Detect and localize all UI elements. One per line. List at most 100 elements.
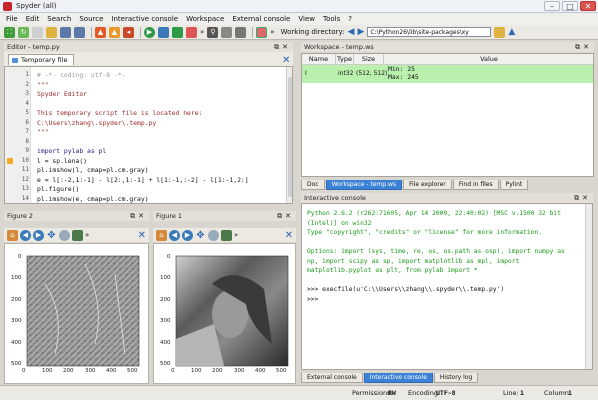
x-tick: 500	[276, 368, 287, 374]
column-header-type[interactable]: Type	[336, 54, 354, 65]
warning-icon[interactable]	[7, 157, 13, 164]
back-icon[interactable]: ◀	[169, 229, 180, 241]
console-bottom-tabs: External console Interactive console His…	[301, 373, 479, 383]
menu-workspace[interactable]: Workspace	[186, 15, 224, 23]
column-header-name[interactable]: Name	[302, 54, 336, 65]
line-number: 11	[21, 166, 29, 173]
comment-icon[interactable]: ▲	[95, 26, 106, 38]
find-next-icon[interactable]	[221, 26, 233, 38]
workspace-table[interactable]: Name Type Size Value l int32 (512, 512) …	[301, 53, 594, 177]
tab-pylint[interactable]: Pylint	[499, 180, 529, 190]
maximize-button[interactable]: □	[562, 1, 578, 11]
minimize-button[interactable]: –	[544, 1, 560, 11]
home-icon[interactable]: ⌂	[156, 229, 167, 241]
console-line: Type "copyright", "credits" or "license"…	[307, 229, 543, 236]
line-number: 5	[25, 109, 29, 116]
console-scrollbar[interactable]	[585, 204, 592, 369]
toolbar-more[interactable]: »	[200, 28, 204, 36]
tab-external-console[interactable]: External console	[301, 373, 363, 383]
indent-icon[interactable]: ▲	[109, 26, 120, 38]
browse-folder-icon[interactable]	[494, 26, 506, 38]
dock-buttons[interactable]: ⧉✕	[575, 42, 592, 52]
code-line: l = sp.lena()	[37, 156, 88, 165]
layout-icon[interactable]: ↻	[18, 26, 29, 38]
save-figure-icon[interactable]	[221, 229, 232, 241]
dock-buttons[interactable]: ⧉✕	[574, 193, 591, 203]
forward-icon[interactable]: ▶	[33, 229, 44, 241]
cell-type: int32	[338, 70, 354, 77]
menu-interactive-console[interactable]: Interactive console	[111, 15, 178, 23]
replace-icon[interactable]	[235, 26, 247, 38]
save-figure-icon[interactable]	[72, 229, 83, 241]
y-tick: 100	[160, 275, 171, 281]
x-tick: 400	[106, 368, 117, 374]
editor-scrollbar[interactable]	[286, 67, 292, 203]
figure1-canvas[interactable]: 0 100 200 300 400 500 0 100 200 300 400 …	[153, 243, 296, 384]
figure-toolbar-more[interactable]: »	[85, 231, 89, 239]
new-file-icon[interactable]	[32, 26, 43, 38]
menu-edit[interactable]: Edit	[26, 15, 40, 23]
column-header-value[interactable]: Value	[384, 54, 594, 65]
y-tick: 100	[11, 275, 22, 281]
menu-tools[interactable]: Tools	[323, 15, 340, 23]
python-path-icon[interactable]	[256, 26, 268, 38]
toolbar-more-2[interactable]: »	[270, 28, 274, 36]
tab-doc[interactable]: Doc	[301, 180, 325, 190]
tab-interactive-console[interactable]: Interactive console	[363, 373, 433, 383]
menu-view[interactable]: View	[298, 15, 315, 23]
toolbar-separator	[140, 26, 141, 38]
figure2-canvas[interactable]: 0 100 200 300 400 500 0 100 200 300 400 …	[4, 243, 149, 384]
zoom-icon[interactable]	[59, 229, 70, 241]
back-icon[interactable]: ◀	[20, 229, 31, 241]
forward-arrow-icon[interactable]: ▶	[357, 27, 364, 37]
close-figure-icon[interactable]: ✕	[285, 230, 293, 241]
toolbar-separator	[252, 26, 254, 38]
save-file-icon[interactable]	[60, 26, 71, 38]
column-header-size[interactable]: Size	[354, 54, 384, 65]
save-all-icon[interactable]	[74, 26, 85, 38]
working-directory-label: Working directory:	[280, 28, 345, 36]
spyder-app-icon	[3, 1, 12, 11]
pan-icon[interactable]: ✥	[46, 230, 57, 241]
y-tick: 500	[11, 361, 22, 367]
unindent-icon[interactable]: ◂	[123, 26, 134, 38]
find-icon[interactable]: ⚲	[207, 26, 219, 38]
forward-icon[interactable]: ▶	[182, 229, 193, 241]
dock-buttons[interactable]: ⧉✕	[130, 211, 147, 221]
menu-external-console[interactable]: External console	[232, 15, 290, 23]
close-tab-icon[interactable]: ✕	[282, 56, 290, 66]
tab-workspace[interactable]: Workspace - temp.ws	[325, 180, 403, 190]
console-line: >>> execfile(u'C:\\Users\\zhang\\.spyder…	[307, 286, 505, 293]
tab-find-in-files[interactable]: Find in files	[452, 180, 499, 190]
run-icon[interactable]: ▶	[144, 26, 155, 38]
open-file-icon[interactable]	[46, 26, 57, 38]
console-line: Python 2.6.2 (r262:71605, Apr 14 2009, 2…	[307, 210, 562, 217]
tab-history-log[interactable]: History log	[433, 373, 479, 383]
dock-buttons[interactable]: ⧉✕	[277, 211, 294, 221]
tab-temporary-file[interactable]: Temporary file	[8, 54, 75, 65]
dock-buttons[interactable]: ⧉✕	[274, 42, 291, 52]
zoom-icon[interactable]	[208, 229, 219, 241]
debug-icon[interactable]	[172, 26, 183, 38]
fullscreen-icon[interactable]: ⛶	[4, 26, 15, 38]
working-directory-combo[interactable]: C:\Python26\lib\site-packages\xy	[367, 27, 492, 37]
pan-icon[interactable]: ✥	[195, 230, 206, 241]
table-row[interactable]: l int32 (512, 512) Min: 25 Max: 245	[302, 65, 593, 83]
close-figure-icon[interactable]: ✕	[138, 230, 146, 241]
run-in-console-icon[interactable]	[158, 26, 169, 38]
menu-help[interactable]: ?	[348, 15, 352, 23]
configure-icon[interactable]	[186, 26, 197, 38]
tab-file-explorer[interactable]: File explorer	[403, 180, 452, 190]
menu-search[interactable]: Search	[47, 15, 71, 23]
back-arrow-icon[interactable]: ◀	[348, 27, 355, 37]
close-window-button[interactable]: ✕	[580, 1, 596, 11]
menu-file[interactable]: File	[6, 15, 18, 23]
y-tick: 400	[160, 340, 171, 346]
interactive-console[interactable]: Python 2.6.2 (r262:71605, Apr 14 2009, 2…	[301, 203, 593, 370]
code-editor[interactable]: 1 2 3 4 5 6 7 8 9 10 11 12 13 14 # -*- coding: utf-8 …	[4, 66, 293, 204]
figure-toolbar-more[interactable]: »	[234, 231, 238, 239]
parent-dir-arrow-icon[interactable]: ▲	[508, 27, 515, 37]
menu-source[interactable]: Source	[79, 15, 103, 23]
home-icon[interactable]: ⌂	[7, 229, 18, 241]
scrollbar-thumb[interactable]	[288, 77, 292, 197]
